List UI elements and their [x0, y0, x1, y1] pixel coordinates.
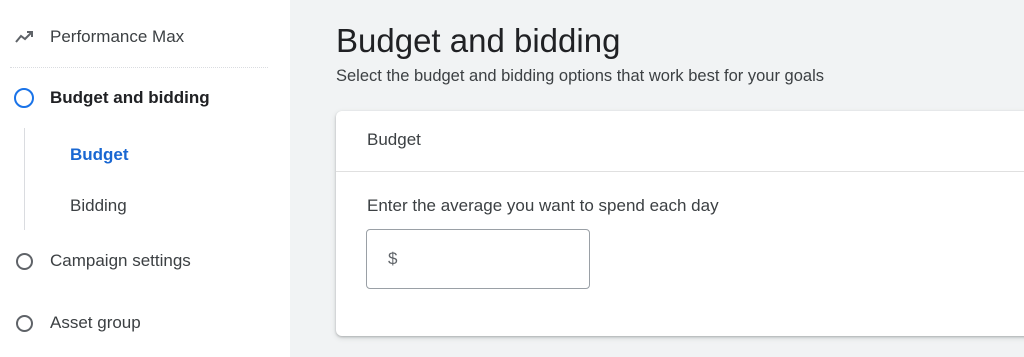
currency-prefix: $	[388, 249, 398, 268]
sidebar-item-label: Asset group	[50, 313, 141, 332]
card-divider	[336, 171, 1024, 172]
sidebar-item-label: Campaign settings	[50, 251, 191, 270]
circle-icon	[12, 311, 36, 335]
trending-icon	[12, 25, 36, 49]
circle-active-icon	[12, 86, 36, 110]
sidebar-divider	[10, 67, 268, 68]
main-content: Budget and bidding Select the budget and…	[290, 0, 1024, 357]
daily-budget-input[interactable]	[405, 240, 579, 280]
page-title: Budget and bidding	[336, 22, 621, 59]
sidebar-item-campaign-settings[interactable]: Campaign settings	[0, 249, 290, 273]
sidebar-item-budget-and-bidding[interactable]: Budget and bidding	[0, 86, 290, 110]
sidebar-item-asset-group[interactable]: Asset group	[0, 311, 290, 335]
sidebar-subitem-budget[interactable]: Budget	[70, 145, 129, 165]
sub-nav-line	[24, 128, 25, 230]
budget-card: Budget Enter the average you want to spe…	[336, 111, 1024, 336]
card-header: Budget	[367, 130, 421, 149]
sidebar: Performance Max Budget and bidding Budge…	[0, 0, 290, 357]
daily-budget-field[interactable]: $	[366, 229, 590, 289]
sidebar-item-label: Performance Max	[50, 27, 185, 46]
circle-icon	[12, 249, 36, 273]
page-subtitle: Select the budget and bidding options th…	[336, 67, 824, 85]
daily-budget-label: Enter the average you want to spend each…	[367, 196, 719, 215]
sidebar-subitem-bidding[interactable]: Bidding	[70, 196, 127, 216]
sidebar-item-label: Budget and bidding	[50, 88, 210, 107]
sidebar-item-performance-max[interactable]: Performance Max	[0, 25, 290, 49]
